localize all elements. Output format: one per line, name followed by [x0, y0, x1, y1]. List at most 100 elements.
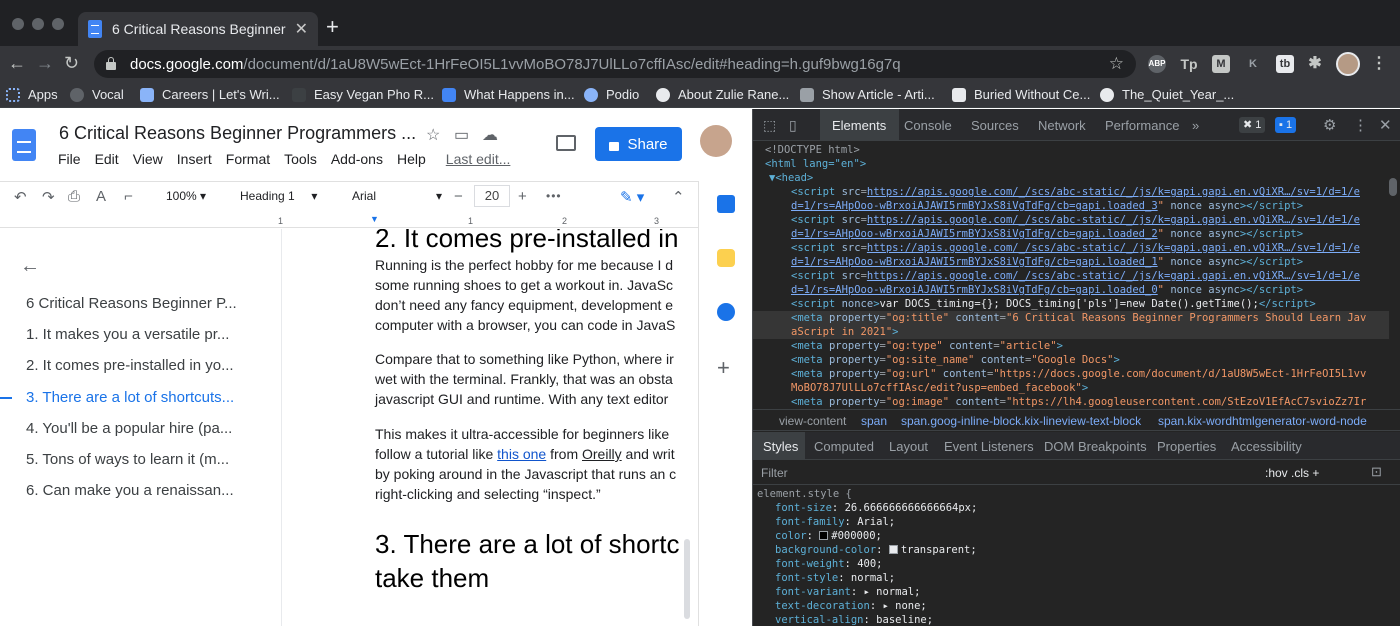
paragraph-line[interactable]: This makes it ultra-accessible for begin…: [375, 424, 669, 444]
tab-dom-breakpoints[interactable]: DOM Breakpoints: [1044, 439, 1147, 454]
outline-item[interactable]: 2. It comes pre-installed in yo...: [26, 357, 234, 374]
dom-line-meta-og-url-cont[interactable]: MoBO78J7UlLLo7cffIAsc/edit?usp=embed_fac…: [791, 381, 1088, 395]
dom-line-script[interactable]: <script src=https://apis.google.com/_/sc…: [791, 269, 1360, 283]
style-prop[interactable]: font-variant: ▸ normal;: [775, 586, 920, 600]
back-arrow-icon[interactable]: ←: [8, 53, 26, 74]
dom-line-script[interactable]: d=1/rs=AHpOoo-wBrxoiAJAWI5rmBYJxS8iVgTdF…: [791, 227, 1303, 241]
bookmark-buried-without[interactable]: Buried Without Ce...: [952, 87, 1090, 102]
dom-line-meta-og-type[interactable]: <meta property="og:type" content="articl…: [791, 339, 1063, 353]
bookmark-star-icon[interactable]: ☆: [1109, 54, 1124, 74]
m-extension-icon[interactable]: M: [1212, 55, 1230, 73]
comment-history-icon[interactable]: [556, 135, 576, 151]
indent-marker-icon[interactable]: ▼: [370, 214, 379, 224]
address-bar[interactable]: docs.google.com/document/d/1aU8W5wEct-1H…: [94, 50, 1136, 78]
docs-logo-icon[interactable]: [12, 129, 36, 161]
bookmark-careers[interactable]: Careers | Let's Wri...: [140, 87, 280, 102]
horizontal-ruler[interactable]: 1 ▼ 1 2 3: [278, 214, 698, 228]
document-title[interactable]: 6 Critical Reasons Beginner Programmers …: [59, 123, 416, 144]
bookmark-what-happens[interactable]: What Happens in...: [442, 87, 575, 102]
style-select[interactable]: Heading 1 ▾: [240, 189, 317, 203]
bookmark-about-zulie[interactable]: About Zulie Rane...: [656, 87, 789, 102]
document-scrollbar[interactable]: [684, 539, 690, 619]
move-folder-icon[interactable]: ▭: [454, 125, 469, 145]
dom-line-meta-og-url[interactable]: <meta property="og:url" content="https:/…: [791, 367, 1366, 381]
dom-line-meta-og-title-cont[interactable]: aScript in 2021">: [753, 325, 1389, 340]
menu-addons[interactable]: Add-ons: [331, 151, 383, 167]
errors-badge[interactable]: ✖ 1: [1239, 117, 1266, 133]
tab-layout[interactable]: Layout: [889, 439, 928, 454]
bookmark-vegan-pho[interactable]: Easy Vegan Pho R...: [292, 87, 434, 102]
breadcrumb-item[interactable]: span.goog-inline-block.kix-lineview-text…: [901, 414, 1141, 428]
breadcrumb-item[interactable]: span.kix-wordhtmlgenerator-word-node: [1158, 414, 1367, 428]
keep-icon[interactable]: [717, 249, 735, 267]
paragraph-line[interactable]: don’t need any fancy equipment, developm…: [375, 295, 673, 315]
tb-extension-icon[interactable]: tb: [1276, 55, 1294, 73]
decrease-font-size-button[interactable]: −: [454, 188, 463, 205]
dom-line-script[interactable]: <script src=https://apis.google.com/_/sc…: [791, 185, 1360, 199]
tab-sources[interactable]: Sources: [971, 118, 1019, 133]
paragraph-line[interactable]: follow a tutorial like this one from Ore…: [375, 444, 675, 464]
dom-line[interactable]: <html lang="en">: [765, 157, 866, 171]
paragraph-line[interactable]: Running is the perfect hobby for me beca…: [375, 255, 673, 275]
forward-arrow-icon[interactable]: →: [36, 53, 54, 74]
color-swatch[interactable]: [819, 531, 829, 540]
dom-line-meta-og-title[interactable]: <meta property="og:title" content="6 Cri…: [753, 311, 1389, 326]
settings-gear-icon[interactable]: ⚙: [1323, 116, 1336, 134]
extensions-puzzle-icon[interactable]: ✱: [1306, 55, 1324, 73]
tab-elements[interactable]: Elements: [832, 118, 886, 133]
dom-tree[interactable]: <!DOCTYPE html> <html lang="en"> ▼<head>…: [753, 142, 1400, 408]
dom-line[interactable]: <!DOCTYPE html>: [765, 143, 860, 157]
script-src-link[interactable]: d=1/rs=AHpOoo-wBrxoiAJAWI5rmBYJxS8iVgTdF…: [791, 200, 1158, 212]
calendar-icon[interactable]: [717, 195, 735, 213]
dom-line-nonce-script[interactable]: <script nonce>var DOCS_timing={}; DOCS_t…: [791, 297, 1316, 311]
style-prop[interactable]: color: #000000;: [775, 530, 882, 544]
menu-help[interactable]: Help: [397, 151, 426, 167]
tab-event-listeners[interactable]: Event Listeners: [944, 439, 1034, 454]
print-icon[interactable]: ⎙: [68, 188, 80, 205]
color-swatch[interactable]: [888, 545, 898, 554]
bookmark-podio[interactable]: Podio: [584, 87, 639, 102]
more-tabs-button[interactable]: »: [1192, 118, 1199, 133]
tab-console[interactable]: Console: [904, 118, 952, 133]
tab-accessibility[interactable]: Accessibility: [1231, 439, 1302, 454]
menu-file[interactable]: File: [58, 151, 81, 167]
hide-menus-chevron-icon[interactable]: ⌃: [672, 188, 685, 206]
devtools-menu-icon[interactable]: ⋮: [1353, 116, 1368, 134]
script-src-link[interactable]: https://apis.google.com/_/scs/abc-static…: [867, 242, 1360, 254]
paragraph-line[interactable]: some running shoes to get a workout in. …: [375, 275, 673, 295]
increase-font-size-button[interactable]: +: [518, 188, 527, 205]
share-button[interactable]: Share: [595, 127, 682, 161]
paint-format-icon[interactable]: ⌐: [124, 188, 133, 205]
chrome-profile-avatar[interactable]: [1336, 52, 1360, 76]
bookmark-show-article[interactable]: Show Article - Arti...: [800, 87, 935, 102]
redo-icon[interactable]: ↷: [42, 188, 55, 206]
inspect-element-icon[interactable]: ⬚: [763, 117, 776, 134]
breadcrumb-item[interactable]: span: [861, 414, 887, 428]
device-toolbar-icon[interactable]: ▯: [789, 117, 797, 134]
menu-view[interactable]: View: [133, 151, 163, 167]
menu-edit[interactable]: Edit: [95, 151, 119, 167]
paragraph-line[interactable]: javascript GUI and runtime. With any tex…: [375, 389, 668, 409]
dom-line-script[interactable]: d=1/rs=AHpOoo-wBrxoiAJAWI5rmBYJxS8iVgTdF…: [791, 255, 1303, 269]
k-extension-icon[interactable]: K: [1244, 55, 1262, 73]
script-src-link[interactable]: https://apis.google.com/_/scs/abc-static…: [867, 186, 1360, 198]
menu-insert[interactable]: Insert: [177, 151, 212, 167]
script-src-link[interactable]: d=1/rs=AHpOoo-wBrxoiAJAWI5rmBYJxS8iVgTdF…: [791, 256, 1158, 268]
script-src-link[interactable]: https://apis.google.com/_/scs/abc-static…: [867, 270, 1360, 282]
new-tab-icon[interactable]: +: [326, 14, 339, 40]
outline-item-active[interactable]: 3. There are a lot of shortcuts...: [26, 389, 234, 406]
outline-item[interactable]: 4. You'll be a popular hire (pa...: [26, 420, 232, 437]
cloud-saved-icon[interactable]: ☁: [482, 125, 498, 145]
styles-pane[interactable]: element.style { font-size: 26.6666666666…: [753, 486, 1400, 626]
heading-3-line[interactable]: take them: [375, 563, 489, 594]
font-size-input[interactable]: 20: [474, 185, 510, 207]
outline-item[interactable]: 5. Tons of ways to learn it (m...: [26, 451, 229, 468]
style-prop[interactable]: font-family: Arial;: [775, 516, 895, 530]
reload-icon[interactable]: ↻: [64, 53, 79, 74]
script-src-link[interactable]: https://apis.google.com/_/scs/abc-static…: [867, 214, 1360, 226]
style-prop[interactable]: vertical-align: baseline;: [775, 614, 933, 626]
dom-line-script[interactable]: <script src=https://apis.google.com/_/sc…: [791, 241, 1360, 255]
tab-performance[interactable]: Performance: [1105, 118, 1179, 133]
paragraph-line[interactable]: Compare that to something like Python, w…: [375, 349, 674, 369]
last-edit-link[interactable]: Last edit...: [446, 151, 511, 167]
